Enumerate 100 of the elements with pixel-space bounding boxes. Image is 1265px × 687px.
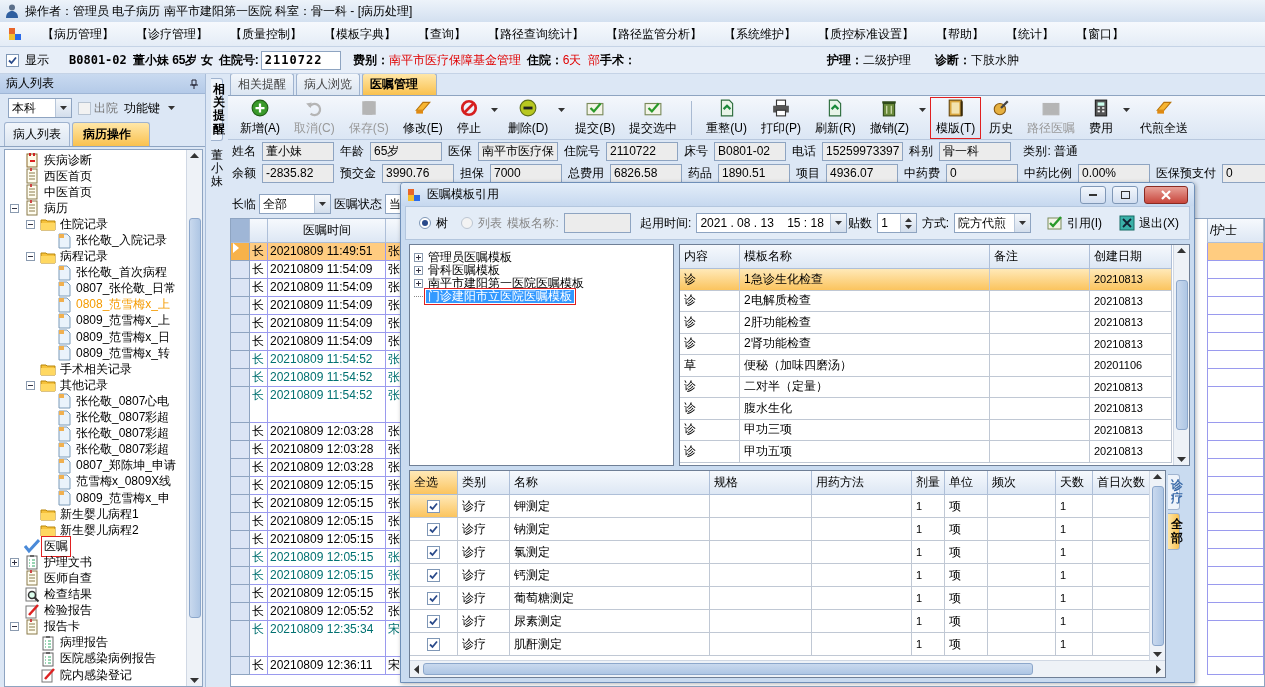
collapse-icon[interactable] <box>9 203 19 213</box>
expand-icon[interactable] <box>9 557 19 567</box>
table-cell[interactable]: 1急诊生化检查 <box>740 269 990 291</box>
tree-item[interactable]: 新生婴儿病程1 <box>59 505 140 523</box>
table-cell[interactable]: 2肾功能检查 <box>740 333 990 355</box>
table-cell[interactable]: 甲功五项 <box>740 441 990 463</box>
toolbar-button[interactable]: 费用 <box>1083 96 1120 139</box>
row-header[interactable] <box>231 315 250 333</box>
tree-item[interactable]: 医师自查 <box>43 570 93 587</box>
row-header[interactable] <box>231 333 250 351</box>
checkbox[interactable] <box>6 53 19 67</box>
row-header[interactable] <box>231 261 250 279</box>
menu-item[interactable]: 【系统维护】 <box>722 23 798 45</box>
vertical-scrollbar[interactable] <box>1149 471 1165 660</box>
menu-item[interactable]: 【质量控制】 <box>228 23 304 45</box>
template-name-field[interactable] <box>563 213 632 233</box>
collapse-icon[interactable] <box>9 622 19 632</box>
tree-item[interactable]: 张伦敬_入院记录 <box>75 232 168 249</box>
checkbox[interactable] <box>427 499 440 513</box>
tree-item[interactable]: 医嘱 <box>43 537 69 555</box>
table-cell[interactable]: 二对半（定量） <box>740 376 990 398</box>
tab[interactable]: 病人列表 <box>4 122 70 146</box>
menu-item[interactable]: 【查询】 <box>416 23 468 45</box>
toolbar-button[interactable]: 新增(A) <box>234 96 286 139</box>
checkbox[interactable] <box>78 101 91 115</box>
row-header[interactable] <box>231 387 250 423</box>
tree-item[interactable]: 中医首页 <box>43 183 93 201</box>
toolbar-button[interactable]: 提交(B) <box>569 96 622 139</box>
menu-item[interactable]: 【质控标准设置】 <box>816 23 916 45</box>
toolbar-button[interactable]: 重整(U) <box>700 96 753 139</box>
tree-item[interactable]: 0809_范雪梅x_申 <box>75 489 172 507</box>
table-cell[interactable]: 2电解质检查 <box>740 290 990 312</box>
row-header[interactable] <box>231 297 250 315</box>
toolbar-button[interactable]: 刷新(R) <box>809 96 862 139</box>
tree-item[interactable]: 0809_范雪梅x_转 <box>75 344 172 362</box>
apply-button[interactable]: 引用(I) <box>1040 212 1108 234</box>
checkbox[interactable] <box>427 591 440 605</box>
toolbar-button[interactable]: 修改(E) <box>396 96 449 139</box>
exit-button[interactable]: 退出(X) <box>1113 212 1185 234</box>
menu-item[interactable]: 【统计】 <box>1004 23 1056 45</box>
pin-icon[interactable] <box>189 78 199 89</box>
tree-item[interactable]: 病程记录 <box>59 248 109 266</box>
department-select[interactable]: 本科 <box>8 98 72 118</box>
table-cell[interactable]: 腹水生化 <box>740 398 990 420</box>
minimize-button[interactable] <box>1080 185 1106 204</box>
checkbox[interactable] <box>427 614 440 628</box>
checkbox[interactable] <box>427 522 440 536</box>
tree-item[interactable]: 检查结果 <box>43 586 93 604</box>
row-header[interactable] <box>231 279 250 297</box>
tree-item[interactable]: 张伦敬_0807心电 <box>75 392 171 410</box>
tree-item[interactable]: 手术相关记录 <box>59 360 133 378</box>
tree-item[interactable]: 0809_范雪梅x_上 <box>75 312 172 330</box>
tree-item[interactable]: 张伦敬_首次病程 <box>75 264 168 282</box>
expand-icon[interactable] <box>414 266 423 275</box>
tree-item[interactable]: 0809_范雪梅x_日 <box>75 328 172 346</box>
tree-item[interactable]: 医院感染病例报告 <box>59 650 157 668</box>
collapse-icon[interactable] <box>25 219 35 229</box>
radio-button[interactable] <box>418 217 431 229</box>
row-header[interactable] <box>231 369 250 387</box>
spin-icon[interactable] <box>904 217 912 229</box>
tree-item[interactable]: 报告卡 <box>43 618 81 636</box>
tab[interactable]: 相关提醒 <box>230 74 294 95</box>
tree-item[interactable]: 张伦敬_0807彩超 <box>75 425 171 443</box>
tree-item[interactable]: 张伦敬_0807彩超 <box>75 409 171 427</box>
expand-icon[interactable] <box>414 279 423 288</box>
row-header[interactable] <box>231 567 250 585</box>
checkbox[interactable] <box>427 637 440 651</box>
row-header[interactable] <box>231 531 250 549</box>
menu-item[interactable]: 【模板字典】 <box>322 23 398 45</box>
tree-item[interactable]: 范雪梅x_0809X线 <box>75 473 173 491</box>
toolbar-button[interactable]: 历史 <box>983 96 1020 139</box>
table-cell[interactable]: 2肝功能检查 <box>740 312 990 334</box>
dose-count-field[interactable]: 1 <box>877 213 917 233</box>
collapse-icon[interactable] <box>25 252 35 262</box>
tree-item[interactable]: 住院记录 <box>59 215 109 233</box>
toolbar-button[interactable]: 停止 <box>450 96 487 139</box>
menu-item[interactable]: 【路径监管分析】 <box>604 23 704 45</box>
menu-item[interactable]: 【诊疗管理】 <box>134 23 210 45</box>
checkbox[interactable] <box>427 545 440 559</box>
row-header[interactable] <box>231 423 250 441</box>
function-key-menu[interactable]: 功能键 <box>124 99 175 117</box>
tree-item[interactable]: 其他记录 <box>59 376 109 394</box>
tree-item[interactable]: 张伦敬_0807彩超 <box>75 441 171 459</box>
row-header[interactable] <box>231 477 250 495</box>
row-header[interactable] <box>231 513 250 531</box>
toolbar-button[interactable]: 删除(D) <box>501 96 555 139</box>
horizontal-scrollbar[interactable] <box>410 660 1165 677</box>
expand-icon[interactable] <box>414 253 423 262</box>
menu-item[interactable]: 【路径查询统计】 <box>486 23 586 45</box>
start-time-field[interactable]: 2021 . 08 . 13 15 : 18 <box>696 213 848 233</box>
tree-item[interactable]: 西医首页 <box>43 167 93 185</box>
row-header[interactable] <box>231 495 250 513</box>
table-cell[interactable]: 便秘（加味四磨汤） <box>740 355 990 377</box>
toolbar-button[interactable]: 提交选中 <box>623 96 684 139</box>
tab[interactable]: 医嘱管理 <box>362 74 437 95</box>
row-header[interactable] <box>231 585 250 603</box>
tree-item[interactable]: 新生婴儿病程2 <box>59 521 140 539</box>
method-select[interactable]: 院方代煎 <box>954 213 1031 233</box>
checkbox[interactable] <box>427 568 440 582</box>
menu-item[interactable]: 【病历管理】 <box>40 23 116 45</box>
